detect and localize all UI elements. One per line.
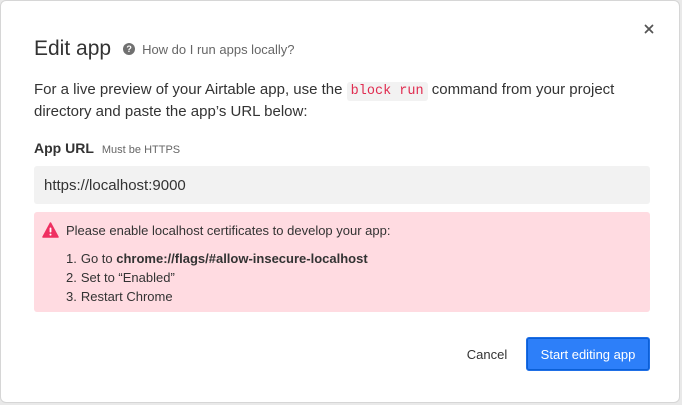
help-link[interactable]: How do I run apps locally? [142,42,294,57]
step-text: Set to “Enabled” [80,270,175,285]
description: For a live preview of your Airtable app,… [34,80,654,122]
dialog-title: Edit app [34,37,112,60]
step-text: Go to [80,251,117,266]
edit-app-dialog: Edit app ? How do I run apps locally? Fo… [0,0,680,403]
chrome-flag-url: chrome://flags/#allow-insecure-localhost [116,251,368,266]
close-icon [644,24,654,34]
app-url-hint: Must be HTTPS [101,144,181,156]
alert-step: 1. Go to chrome://flags/#allow-insecure-l… [66,249,368,268]
step-text: Restart Chrome [80,289,173,304]
start-editing-app-button[interactable]: Start editing app [526,337,650,371]
step-number: 3. [66,289,77,304]
title-row: Edit app ? How do I run apps locally? [34,37,295,61]
app-url-label-row: App URL Must be HTTPS [34,140,180,156]
question-circle-icon[interactable]: ? [123,43,136,55]
close-button[interactable] [641,21,657,37]
app-url-label: App URL [34,140,94,156]
step-number: 1. [66,251,77,266]
description-text-before: For a live preview of your Airtable app,… [34,81,347,98]
step-number: 2. [66,270,77,285]
alert-step: 3. Restart Chrome [66,287,368,306]
alert-heading: Please enable localhost certificates to … [66,223,391,238]
alert-steps: 1. Go to chrome://flags/#allow-insecure-l… [66,249,368,306]
alert-step: 2. Set to “Enabled” [66,268,368,287]
localhost-certificate-alert: Please enable localhost certificates to … [34,212,650,312]
cancel-button[interactable]: Cancel [453,337,521,371]
app-url-input[interactable] [34,166,650,204]
warning-triangle-icon [42,222,59,238]
command-code: block run [346,82,428,101]
